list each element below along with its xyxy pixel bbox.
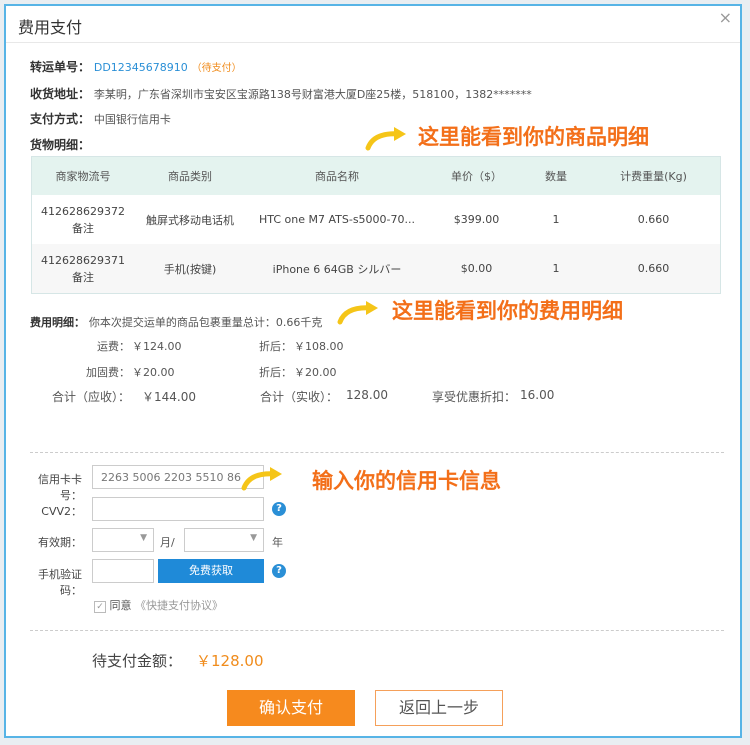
goods-annotation: 这里能看到你的商品明细 (418, 125, 649, 149)
total-value: ￥128.00 (196, 652, 264, 670)
chevron-down-icon: ▼ (140, 533, 147, 543)
order-number-row: 转运单号： DD12345678910 （待支付） (30, 58, 242, 75)
fees-summary: 你本次提交运单的商品包裹重量总计：0.66千克 (88, 316, 323, 329)
month-select[interactable]: ▼ (92, 528, 154, 552)
arrow-icon (337, 301, 378, 325)
payment-dialog: 费用支付 × 转运单号： DD12345678910 （待支付） 收货地址： 李… (4, 4, 742, 738)
freight-value: ￥124.00 (132, 340, 182, 353)
quantity: 1 (525, 244, 587, 294)
unit-price: $399.00 (453, 213, 500, 226)
table-row: 412628629371 备注 手机(按键) iPhone 6 64GB シルバ… (31, 244, 721, 294)
col-header: 商品名称 (246, 156, 428, 195)
reinforce-disc-label: 折后： (259, 366, 292, 379)
goods-table: 商家物流号 商品类别 商品名称 单价（$） 数量 计费重量(Kg) 412628… (31, 156, 721, 294)
due-value: ￥144.00 (142, 390, 196, 404)
reinforce-value: ￥20.00 (132, 366, 175, 379)
agreement-link[interactable]: 《快捷支付协议》 (135, 599, 223, 612)
fees-label: 费用明细： (30, 316, 85, 329)
sms-code-input[interactable] (92, 559, 154, 583)
due-label: 合计（应收）： (52, 390, 131, 404)
divider (30, 630, 724, 631)
note-link[interactable]: 备注 (33, 269, 133, 286)
logistics-no: 412628629371 (41, 253, 125, 267)
help-icon[interactable]: ? (272, 564, 286, 578)
agree-label: 同意 (109, 599, 132, 612)
discount-value: 16.00 (520, 388, 555, 402)
quantity: 1 (552, 213, 560, 226)
category: 手机(按键) (134, 244, 246, 294)
card-number-input[interactable]: 2263 5006 2203 5510 86 (92, 465, 264, 489)
back-button[interactable]: 返回上一步 (375, 690, 503, 726)
freight-label: 运费： (97, 340, 130, 353)
agree-row: ✓ 同意 《快捷支付协议》 (94, 597, 223, 613)
goods-row: 货物明细： (30, 136, 90, 153)
expiry-label: 有效期： (38, 536, 82, 549)
total-label: 待支付金额： (92, 652, 183, 670)
product-name: iPhone 6 64GB シルバー (246, 244, 428, 294)
month-unit: 月/ (160, 536, 175, 549)
arrow-icon (241, 467, 282, 491)
address-label: 收货地址： (30, 87, 91, 101)
col-header: 商家物流号 (31, 156, 134, 195)
unit-price: $0.00 (428, 244, 525, 294)
pay-method-value: 中国银行信用卡 (93, 113, 171, 126)
sms-label: 手机验证码： (38, 568, 82, 597)
checkbox-icon[interactable]: ✓ (94, 601, 106, 613)
chevron-down-icon: ▼ (250, 533, 257, 543)
fees-row: 费用明细： 你本次提交运单的商品包裹重量总计：0.66千克 (30, 314, 322, 330)
goods-table-header: 商家物流号 商品类别 商品名称 单价（$） 数量 计费重量(Kg) (31, 156, 721, 195)
logistics-no: 412628629372 (41, 204, 125, 218)
card-no-label: 信用卡卡号： (38, 473, 82, 502)
weight: 0.660 (587, 244, 721, 294)
year-select[interactable]: ▼ (184, 528, 264, 552)
order-number-label: 转运单号： (30, 60, 91, 74)
col-header: 数量 (525, 156, 587, 195)
col-header: 计费重量(Kg) (587, 156, 721, 195)
address-row: 收货地址： 李某明，广东省深圳市宝安区宝源路138号财富港大厦D座25楼，518… (30, 85, 532, 102)
goods-label: 货物明细： (30, 138, 91, 152)
pay-method-label: 支付方式： (30, 112, 91, 126)
col-header: 商品类别 (134, 156, 246, 195)
note-link[interactable]: 备注 (33, 220, 133, 237)
freight-disc-value: ￥108.00 (294, 340, 344, 353)
paid-label: 合计（实收）： (260, 390, 339, 404)
col-header: 单价（$） (428, 156, 525, 195)
arrow-icon (365, 127, 406, 151)
title-divider (6, 42, 740, 43)
product-name: HTC one M7 ATS-s5000-70... (259, 213, 415, 226)
get-code-button[interactable]: 免费获取 (158, 559, 264, 583)
reinforce-disc-value: ￥20.00 (294, 366, 337, 379)
divider (30, 452, 724, 453)
freight-disc-label: 折后： (259, 340, 292, 353)
table-row: 412628629372 备注 触屏式移动电话机 HTC one M7 ATS-… (32, 195, 721, 244)
order-status: （待支付） (191, 63, 242, 74)
close-icon[interactable]: × (719, 8, 732, 27)
discount-label: 享受优惠折扣： (432, 390, 517, 404)
order-number[interactable]: DD12345678910 (94, 61, 188, 74)
address-value: 李某明，广东省深圳市宝安区宝源路138号财富港大厦D座25楼，518100，13… (93, 88, 532, 101)
paid-value: 128.00 (346, 388, 388, 402)
reinforce-label: 加固费： (86, 366, 130, 379)
weight: 0.660 (637, 213, 670, 226)
help-icon[interactable]: ? (272, 502, 286, 516)
card-annotation: 输入你的信用卡信息 (312, 469, 501, 493)
pay-method-row: 支付方式： 中国银行信用卡 (30, 110, 171, 127)
cvv-input[interactable] (92, 497, 264, 521)
category: 触屏式移动电话机 (146, 213, 234, 227)
confirm-pay-button[interactable]: 确认支付 (227, 690, 355, 726)
fees-annotation: 这里能看到你的费用明细 (392, 299, 623, 323)
year-unit: 年 (272, 536, 283, 549)
cvv-label: CVV2： (41, 505, 82, 518)
dialog-title: 费用支付 (18, 18, 83, 37)
